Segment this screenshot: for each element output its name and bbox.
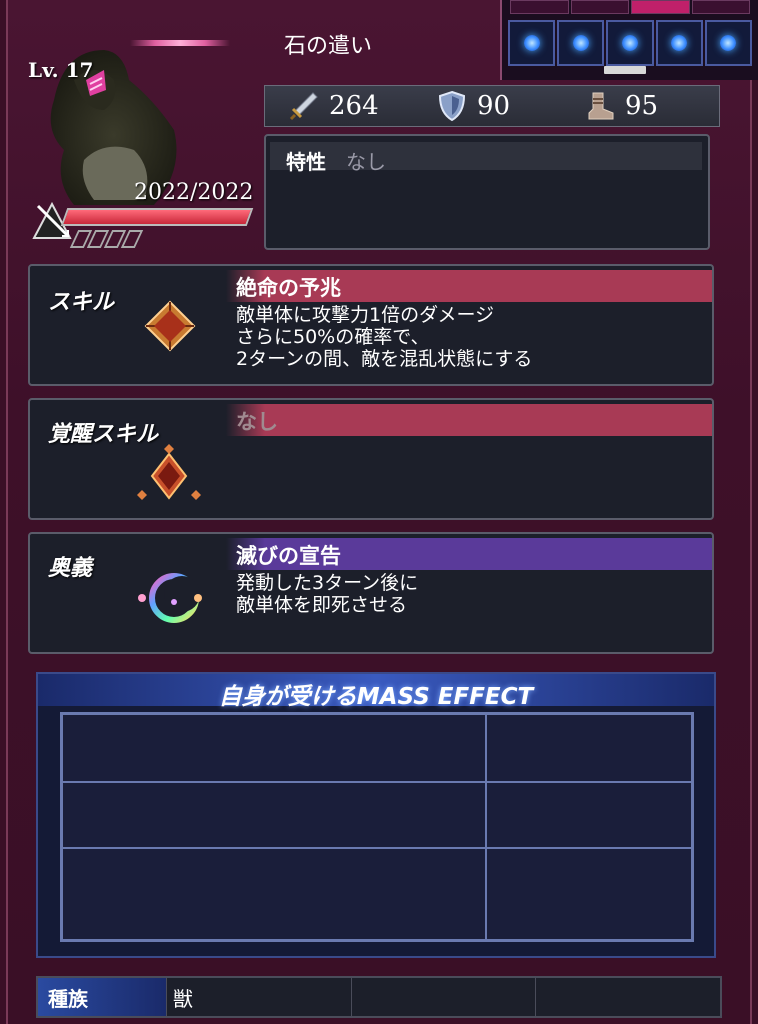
race-row: 種族 獣 xyxy=(36,976,722,1018)
defense-value: 90 xyxy=(477,91,511,121)
shield-icon xyxy=(438,90,466,122)
skill-label: スキル xyxy=(48,289,115,315)
skill-desc-line: 2ターンの間、敵を混乱状態にする xyxy=(236,348,533,370)
mass-effect-title: 自身が受けるMASS EFFECT xyxy=(218,684,534,710)
mass-effect-cell xyxy=(62,782,486,848)
trait-label: 特性 xyxy=(286,150,326,174)
skill-desc-line: 敵単体に攻撃力1倍のダメージ xyxy=(236,304,495,326)
awaken-skill-panel[interactable]: 覚醒スキル なし xyxy=(28,398,714,520)
mass-effect-cell xyxy=(486,714,692,782)
mass-effect-panel: 自身が受けるMASS EFFECT xyxy=(36,672,716,958)
orb-tray-handle[interactable] xyxy=(604,66,646,74)
trait-value: なし xyxy=(346,150,386,174)
awaken-skill-title: なし xyxy=(236,410,278,434)
hp-bar xyxy=(60,208,254,226)
top-tab[interactable] xyxy=(510,0,569,14)
attack-stat: 264 xyxy=(287,89,413,123)
race-value: 獣 xyxy=(166,978,351,1016)
blue-orb-icon xyxy=(671,35,688,51)
trait-header xyxy=(270,142,702,170)
boot-icon xyxy=(588,92,614,120)
ougi-desc-line: 発動した3ターン後に xyxy=(236,572,419,594)
speed-stat: 95 xyxy=(583,89,709,123)
orb-slot xyxy=(704,20,753,66)
top-tab-strip xyxy=(510,0,750,14)
speed-value: 95 xyxy=(625,91,659,121)
ougi-panel[interactable]: 奥義 滅びの宣告 発動した3ターン後に 敵単体を即死させる xyxy=(28,532,714,654)
mass-effect-cell xyxy=(486,782,692,848)
race-value xyxy=(350,978,536,1016)
ougi-title: 滅びの宣告 xyxy=(236,544,341,568)
orb-slot xyxy=(606,20,654,66)
skill-title: 絶命の予兆 xyxy=(236,276,341,300)
blue-orb-icon xyxy=(720,35,737,51)
ougi-description: 発動した3ターン後に 敵単体を即死させる xyxy=(236,572,418,616)
race-label: 種族 xyxy=(38,978,166,1016)
crystal-skill-icon xyxy=(144,300,196,352)
hp-bar-fill xyxy=(63,210,251,224)
mass-effect-grid xyxy=(60,712,694,942)
defense-stat: 90 xyxy=(435,89,561,123)
orb-slot xyxy=(508,20,556,66)
ougi-desc-line: 敵単体を即死させる xyxy=(236,594,408,616)
top-tab-active[interactable] xyxy=(631,0,690,14)
crystal-awaken-icon xyxy=(137,444,201,500)
moon-ougi-icon xyxy=(138,573,202,623)
skill-description: 敵単体に攻撃力1倍のダメージ さらに50%の確率で、 2ターンの間、敵を混乱状態… xyxy=(236,304,532,370)
race-value xyxy=(535,978,720,1016)
attack-value: 264 xyxy=(329,91,379,121)
skill-desc-line: さらに50%の確率で、 xyxy=(236,326,430,348)
hp-value: 2022/2022 xyxy=(134,180,254,205)
orb-slot xyxy=(557,20,605,66)
blue-orb-icon xyxy=(523,35,540,51)
orb-slot xyxy=(655,20,703,66)
awaken-skill-header xyxy=(226,404,712,436)
top-tab[interactable] xyxy=(691,0,750,14)
skill-panel[interactable]: スキル 絶命の予兆 敵単体に攻撃力1倍のダメージ さらに50%の確率で、 2ター… xyxy=(28,264,714,386)
blue-orb-icon xyxy=(572,35,589,51)
rank-pips xyxy=(69,230,144,248)
mass-effect-cell xyxy=(62,714,486,782)
stats-bar: 264 90 95 xyxy=(264,85,720,127)
blue-orb-icon xyxy=(622,35,638,51)
orb-row xyxy=(508,20,753,66)
top-tab[interactable] xyxy=(570,0,629,14)
sword-icon xyxy=(289,92,318,121)
ougi-label: 奥義 xyxy=(48,555,93,581)
mass-effect-cell xyxy=(62,848,486,940)
mass-effect-cell xyxy=(486,848,692,940)
unit-name: 石の遣い xyxy=(284,34,373,59)
unit-level: Lv. 17 xyxy=(28,58,94,82)
trait-panel: 特性 なし xyxy=(264,134,710,250)
